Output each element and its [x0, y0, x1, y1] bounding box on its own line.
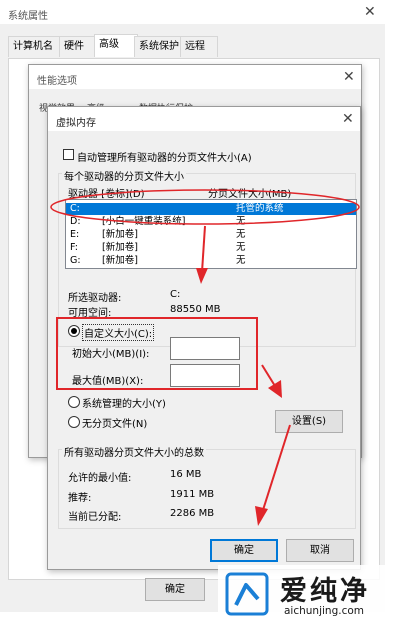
watermark: 爱纯净 aichunjing.com: [218, 565, 415, 621]
annotation-arrow-line: [261, 364, 276, 387]
annotation-ellipse-drive-c: [50, 189, 360, 225]
watermark-brand: 爱纯净: [280, 576, 370, 607]
annotation-arrowhead: [268, 380, 282, 398]
annotation-arrowhead: [196, 268, 208, 284]
annotation-overlay: [50, 189, 360, 526]
annotation-arrowhead: [255, 506, 268, 526]
annotation-arrow-line: [201, 225, 206, 273]
annotation-arrow-line: [262, 424, 291, 511]
watermark-url: aichunjing.com: [284, 605, 365, 617]
watermark-logo-icon: [225, 572, 269, 616]
annotation-box-custom-size: [56, 317, 258, 390]
